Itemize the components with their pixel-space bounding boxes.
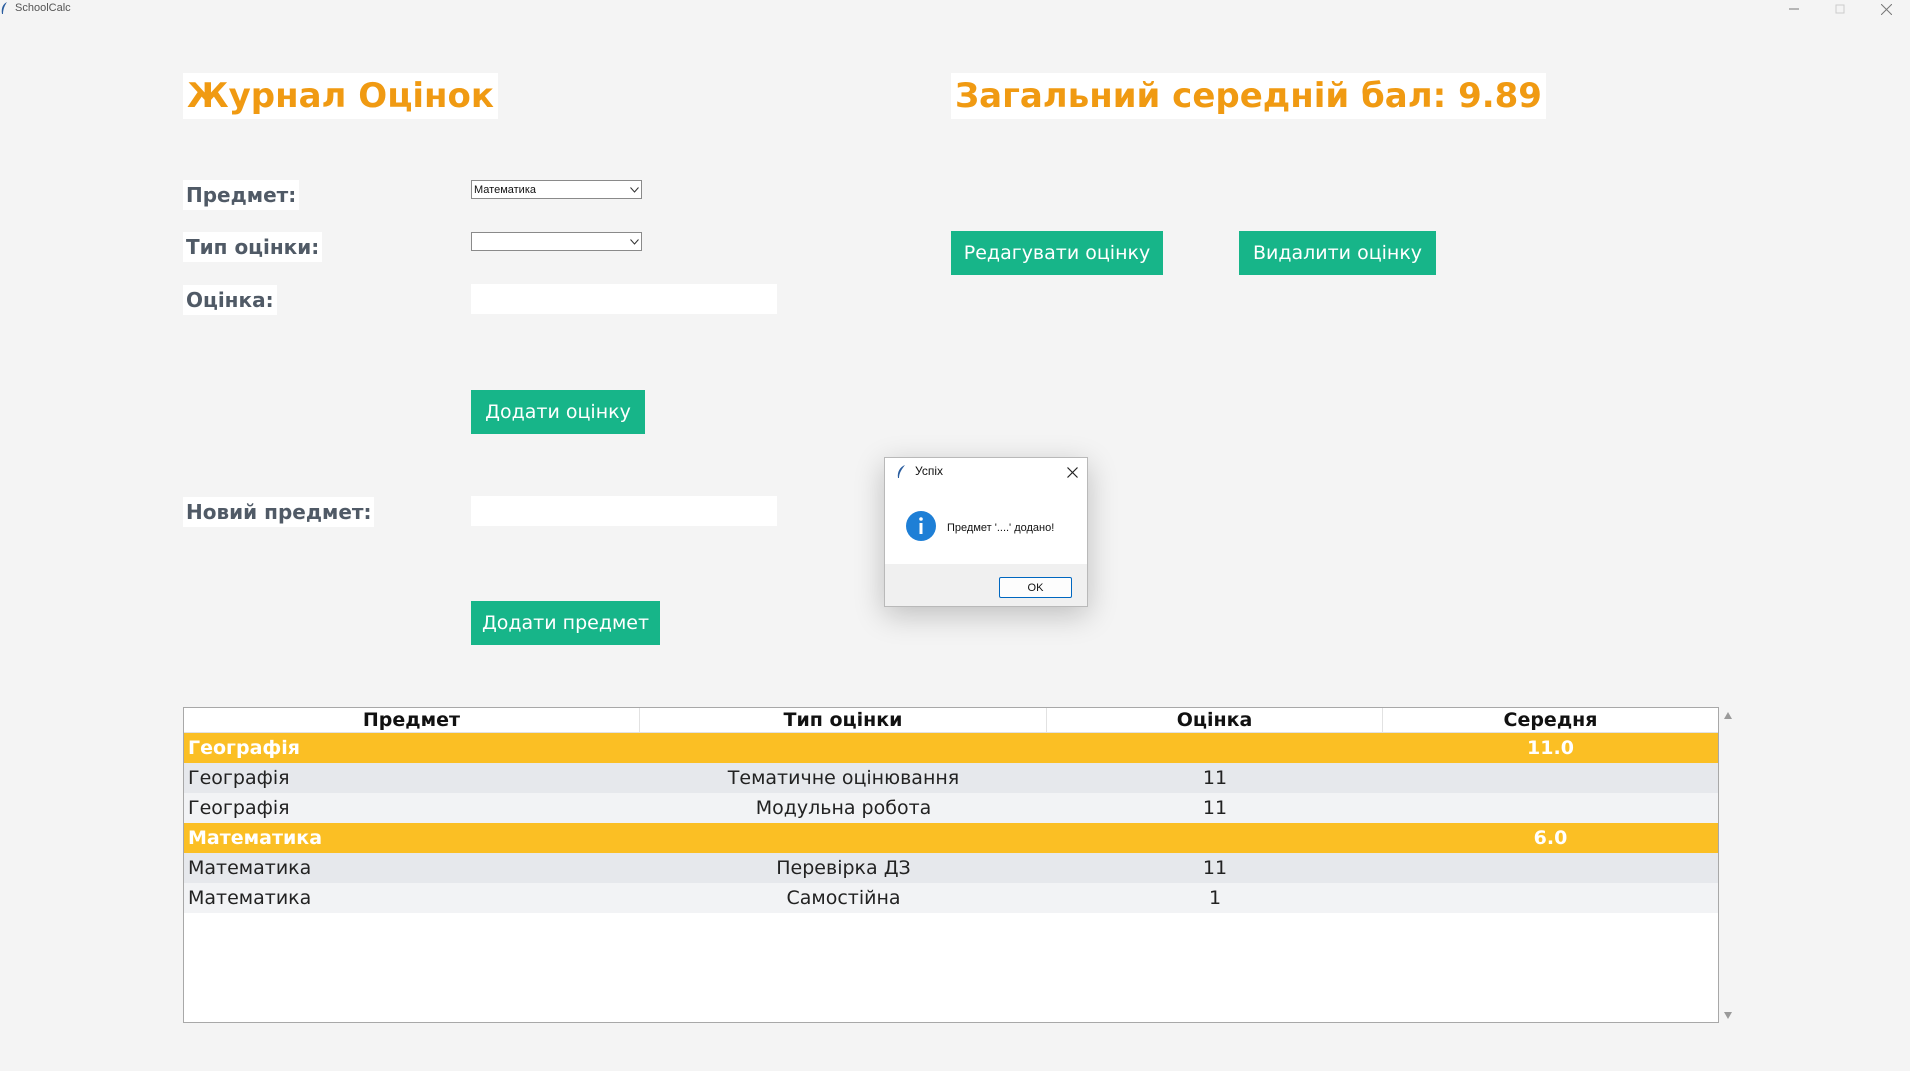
row-average: 6.0 <box>1533 827 1568 849</box>
overall-average-label: Загальний середній бал: 9.89 <box>951 73 1546 119</box>
subject-select-value: Математика <box>474 183 536 196</box>
new-subject-label: Новий предмет: <box>183 497 375 527</box>
row-subject: Географія <box>188 797 290 819</box>
row-grade-type: Перевірка ДЗ <box>776 857 911 879</box>
row-grade: 1 <box>1208 887 1222 909</box>
close-icon <box>1066 466 1078 478</box>
maximize-button[interactable] <box>1817 0 1863 18</box>
scroll-down-icon[interactable] <box>1724 1012 1732 1019</box>
table-row[interactable]: Географія Модульна робота 11 <box>184 793 1718 823</box>
row-grade: 11 <box>1202 767 1228 789</box>
grade-type-label: Тип оцінки: <box>183 232 323 262</box>
feather-app-icon <box>1 2 7 14</box>
close-window-button[interactable] <box>1863 0 1909 18</box>
edit-grade-button[interactable]: Редагувати оцінку <box>951 231 1163 275</box>
add-grade-button[interactable]: Додати оцінку <box>471 390 645 434</box>
window-title: SchoolCalc <box>15 2 71 14</box>
table-row[interactable]: Математика Перевірка ДЗ 11 <box>184 853 1718 883</box>
row-subject: Географія <box>188 737 300 759</box>
dialog-message: Предмет '....' додано! <box>947 522 1055 534</box>
table-scrollbar[interactable] <box>1720 707 1736 1023</box>
row-grade-type: Тематичне оцінювання <box>727 767 960 789</box>
success-dialog: Успіх Предмет '....' додано! OK <box>884 457 1088 607</box>
new-subject-input[interactable] <box>471 496 777 526</box>
feather-icon <box>897 465 905 478</box>
column-header-grade[interactable]: Оцінка <box>1047 708 1383 732</box>
minimize-icon <box>1789 8 1799 10</box>
grade-label: Оцінка: <box>183 285 277 315</box>
info-icon <box>906 511 936 541</box>
dialog-close-button[interactable] <box>1062 463 1082 481</box>
ok-button[interactable]: OK <box>999 577 1072 598</box>
page-title: Журнал Оцінок <box>183 73 498 119</box>
add-subject-button[interactable]: Додати предмет <box>471 601 660 645</box>
row-average: 11.0 <box>1527 737 1574 759</box>
row-subject: Географія <box>188 767 290 789</box>
row-grade: 11 <box>1202 857 1228 879</box>
row-grade: 11 <box>1202 797 1228 819</box>
row-subject: Математика <box>188 857 312 879</box>
window-titlebar <box>0 0 1910 18</box>
subject-label: Предмет: <box>183 180 300 210</box>
table-row[interactable]: Математика Самостійна 1 <box>184 883 1718 913</box>
row-grade-type: Модульна робота <box>755 797 932 819</box>
scroll-up-icon[interactable] <box>1724 712 1732 719</box>
maximize-icon <box>1835 4 1845 14</box>
delete-grade-button[interactable]: Видалити оцінку <box>1239 231 1436 275</box>
table-group-row[interactable]: Географія 11.0 <box>184 733 1718 763</box>
row-subject: Математика <box>188 827 323 849</box>
grade-input[interactable] <box>471 284 777 314</box>
row-subject: Математика <box>188 887 312 909</box>
chevron-down-icon <box>627 233 641 250</box>
subject-select[interactable]: Математика <box>471 180 642 199</box>
table-header: Предмет Тип оцінки Оцінка Середня <box>184 708 1718 733</box>
table-row[interactable]: Географія Тематичне оцінювання 11 <box>184 763 1718 793</box>
column-header-average[interactable]: Середня <box>1383 708 1718 732</box>
chevron-down-icon <box>627 181 641 198</box>
grades-table[interactable]: Предмет Тип оцінки Оцінка Середня Геогра… <box>183 707 1719 1023</box>
column-header-subject[interactable]: Предмет <box>184 708 640 732</box>
table-group-row[interactable]: Математика 6.0 <box>184 823 1718 853</box>
close-icon <box>1880 3 1892 15</box>
column-header-grade-type[interactable]: Тип оцінки <box>640 708 1047 732</box>
minimize-button[interactable] <box>1771 0 1817 18</box>
row-grade-type: Самостійна <box>786 887 901 909</box>
dialog-title: Успіх <box>915 464 943 478</box>
grade-type-select[interactable] <box>471 232 642 251</box>
